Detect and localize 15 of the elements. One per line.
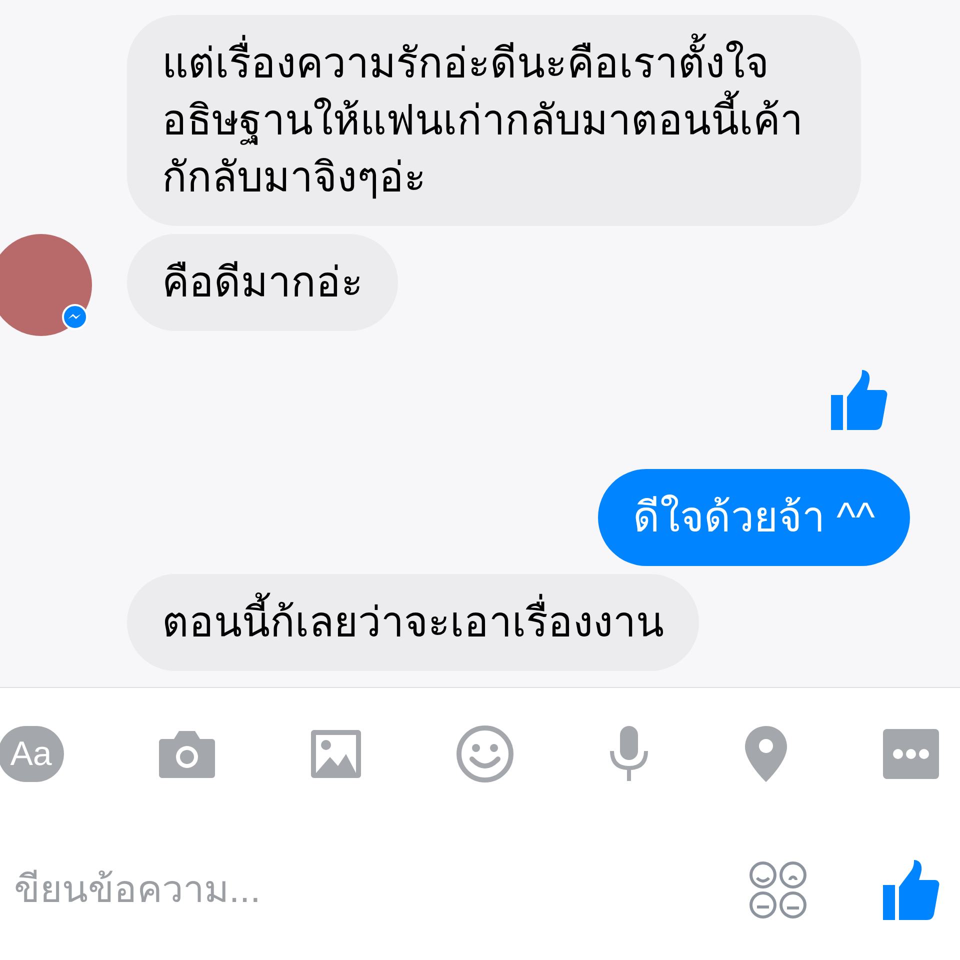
image-icon[interactable] [310,729,362,779]
location-pin-icon[interactable] [744,725,788,783]
message-bubble: ดีใจด้วยจ้า ^^ [598,469,910,566]
font-style-icon[interactable]: Aa [0,726,64,782]
emoji-faces-icon[interactable] [748,861,808,919]
camera-icon[interactable] [158,729,216,779]
message-bubble: คือดีมากอ่ะ [127,234,398,331]
thumbs-up-icon[interactable] [882,859,940,921]
message-bubble: แต่เรื่องความรักอ่ะดีนะคือเราตั้งใจอธิษฐานให้แฟนเก่ากลับมาตอนนี้เค้ากักลับมาจิงๆอ่ะ [127,15,861,226]
message-input[interactable]: ขียนข้อความ... [14,862,748,918]
message-bubble: ตอนนี้ก้เลยว่าจะเอาเรื่องงาน [127,574,699,671]
microphone-icon[interactable] [608,725,650,783]
messenger-badge-icon [62,304,88,330]
more-icon[interactable] [882,728,940,780]
smiley-icon[interactable] [456,725,514,783]
